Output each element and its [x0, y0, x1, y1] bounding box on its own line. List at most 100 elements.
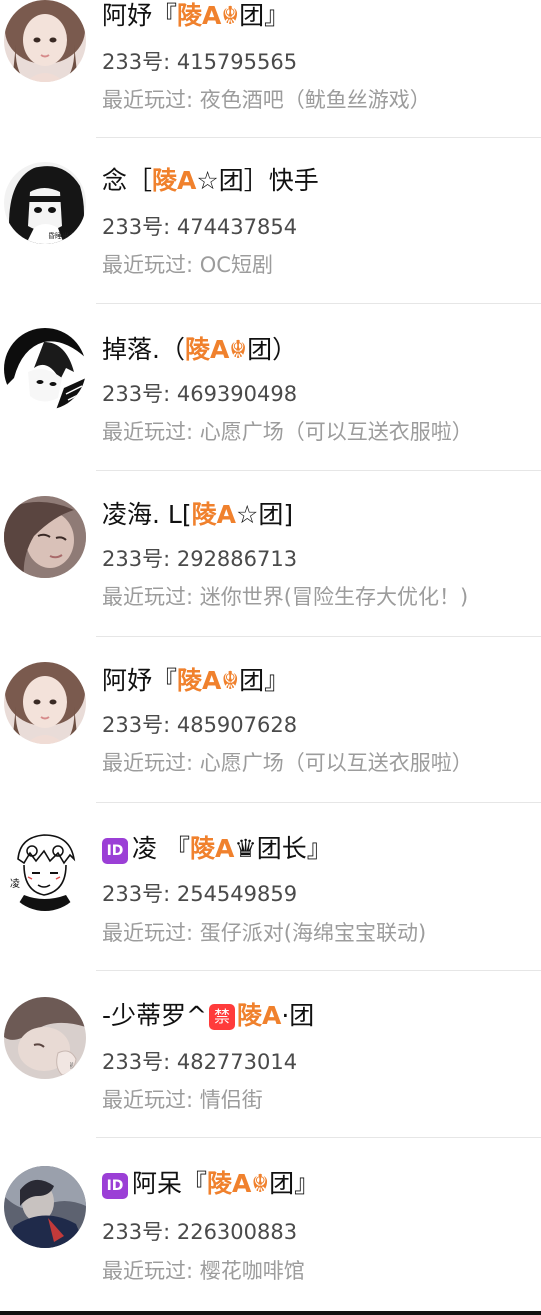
recently-played: 最近玩过: 迷你世界(冒险生存大优化！)	[102, 583, 468, 611]
account-label: 233号:	[102, 1050, 177, 1074]
name-suffix: ☆团］快手	[196, 166, 319, 195]
account-number: 233号: 292886713	[102, 545, 297, 573]
recent-game: 情侣街	[199, 1088, 263, 1112]
name-suffix: ♛团长』	[234, 834, 332, 863]
group-tag: 陵A	[189, 834, 235, 863]
avatar-photo-hand-icon[interactable]: ✌	[4, 997, 86, 1079]
bottom-edge-bar	[0, 1311, 541, 1315]
name-suffix: 团』	[239, 666, 290, 695]
friend-row[interactable]: 昏睡出品 念［陵A☆团］快手 233号: 474437854 最近玩过: OC短…	[0, 137, 541, 304]
recently-played: 最近玩过: 蛋仔派对(海绵宝宝联动)	[102, 919, 426, 947]
account-value: 226300883	[176, 1220, 298, 1244]
id-badge-icon: ID	[102, 1173, 128, 1199]
friend-row[interactable]: ID 阿呆『陵A☬团』 233号: 226300883 最近玩过: 樱花咖啡馆	[0, 1138, 541, 1304]
avatar-manga-boy-icon[interactable]	[4, 328, 86, 410]
svg-text:✌: ✌	[68, 1062, 76, 1072]
account-number: 233号: 485907628	[102, 711, 297, 739]
avatar-sketch-boy-icon[interactable]: 凌	[4, 829, 86, 911]
recent-label: 最近玩过:	[102, 420, 200, 444]
avatar-photo-dark-icon[interactable]	[4, 1166, 86, 1248]
recent-label: 最近玩过:	[102, 1088, 200, 1112]
friend-list: 阿妤『陵A☬团』 233号: 415795565 最近玩过: 夜色酒吧（鱿鱼丝游…	[0, 0, 541, 1315]
recent-label: 最近玩过:	[102, 88, 200, 112]
recent-label: 最近玩过:	[102, 585, 200, 609]
name-prefix: 阿呆『	[132, 1169, 208, 1198]
group-tag: 陵A	[152, 166, 197, 195]
account-label: 233号:	[102, 215, 177, 239]
account-label: 233号:	[102, 547, 177, 571]
group-tag: 陵A☬	[177, 1, 240, 30]
group-tag: 陵A☬	[177, 666, 240, 695]
friend-row[interactable]: 掉落.（陵A☬团） 233号: 469390498 最近玩过: 心愿广场（可以互…	[0, 304, 541, 471]
friend-row[interactable]: 阿妤『陵A☬团』 233号: 415795565 最近玩过: 夜色酒吧（鱿鱼丝游…	[0, 0, 541, 138]
recently-played: 最近玩过: 樱花咖啡馆	[102, 1257, 305, 1285]
account-label: 233号:	[102, 382, 177, 406]
friend-name: 凌海. L[陵A☆团]	[102, 499, 293, 531]
recently-played: 最近玩过: 情侣街	[102, 1086, 263, 1114]
recent-game: 夜色酒吧（鱿鱼丝游戏）	[199, 88, 431, 112]
account-number: 233号: 469390498	[102, 380, 297, 408]
account-number: 233号: 415795565	[102, 48, 297, 76]
name-suffix: 团』	[239, 1, 290, 30]
name-suffix: 团）	[247, 335, 298, 364]
recent-label: 最近玩过:	[102, 253, 200, 277]
group-tag: 陵A☬	[207, 1169, 270, 1198]
recently-played: 最近玩过: 心愿广场（可以互送衣服啦）	[102, 418, 473, 446]
account-label: 233号:	[102, 1220, 177, 1244]
group-tag: 陵A	[236, 1001, 282, 1030]
avatar-doll-girl-icon[interactable]	[4, 662, 86, 744]
account-value: 254549859	[176, 882, 298, 906]
name-prefix: 阿妤『	[102, 666, 178, 695]
name-suffix: 团』	[269, 1169, 320, 1198]
friend-row[interactable]: 阿妤『陵A☬团』 233号: 485907628 最近玩过: 心愿广场（可以互送…	[0, 637, 541, 803]
account-label: 233号:	[102, 882, 177, 906]
account-number: 233号: 474437854	[102, 213, 297, 241]
recent-label: 最近玩过:	[102, 1259, 200, 1283]
group-tag: 陵A	[191, 500, 236, 529]
friend-row[interactable]: 凌海. L[陵A☆团] 233号: 292886713 最近玩过: 迷你世界(冒…	[0, 471, 541, 637]
friend-name: ID 阿呆『陵A☬团』	[102, 1168, 319, 1200]
account-value: 482773014	[176, 1050, 298, 1074]
friend-row[interactable]: ✌ -少蒂罗^ 禁陵A·团 233号: 482773014 最近玩过: 情侣街	[0, 971, 541, 1138]
recently-played: 最近玩过: OC短剧	[102, 251, 273, 279]
account-label: 233号:	[102, 50, 177, 74]
avatar-photo-girl-icon[interactable]	[4, 496, 86, 578]
friend-name: 念［陵A☆团］快手	[102, 165, 319, 197]
ban-badge-icon: 禁	[208, 1004, 235, 1030]
recent-game: 迷你世界(冒险生存大优化！)	[199, 585, 469, 609]
account-value: 469390498	[176, 382, 298, 406]
account-value: 415795565	[176, 50, 298, 74]
friend-row[interactable]: 凌 ID 凌 『陵A♛团长』 233号: 254549859 最近玩过: 蛋仔派对…	[0, 803, 541, 971]
account-value: 474437854	[176, 215, 298, 239]
svg-text:昏睡出品: 昏睡出品	[48, 231, 76, 240]
recent-game: 心愿广场（可以互送衣服啦）	[199, 420, 473, 444]
friend-name: 阿妤『陵A☬团』	[102, 665, 289, 697]
recent-label: 最近玩过:	[102, 921, 200, 945]
name-prefix: 掉落.（	[102, 335, 185, 364]
recently-played: 最近玩过: 心愿广场（可以互送衣服啦）	[102, 749, 473, 777]
friend-name: ID 凌 『陵A♛团长』	[102, 833, 332, 865]
name-suffix: ☆团]	[235, 500, 294, 529]
name-prefix: 阿妤『	[102, 1, 178, 30]
recent-game: OC短剧	[199, 253, 273, 277]
friend-name: 阿妤『陵A☬团』	[102, 0, 289, 32]
name-prefix: 念［	[102, 166, 153, 195]
name-prefix: 凌 『	[132, 834, 190, 863]
group-tag: 陵A☬	[184, 335, 248, 364]
svg-text:凌: 凌	[10, 877, 20, 890]
id-badge-icon: ID	[102, 838, 128, 864]
recent-game: 心愿广场（可以互送衣服啦）	[199, 751, 473, 775]
recent-game: 樱花咖啡馆	[199, 1259, 305, 1283]
account-value: 292886713	[176, 547, 298, 571]
recent-game: 蛋仔派对(海绵宝宝联动)	[199, 921, 427, 945]
name-prefix: -少蒂罗^	[102, 1001, 207, 1030]
account-number: 233号: 482773014	[102, 1048, 297, 1076]
account-number: 233号: 226300883	[102, 1218, 297, 1246]
account-label: 233号:	[102, 713, 177, 737]
name-suffix: ·团	[281, 1001, 315, 1030]
account-value: 485907628	[176, 713, 298, 737]
avatar-doll-girl-icon[interactable]	[4, 0, 86, 82]
friend-name: -少蒂罗^ 禁陵A·团	[102, 1000, 314, 1032]
avatar-dark-hair-drawing-icon[interactable]: 昏睡出品	[4, 162, 86, 244]
recent-label: 最近玩过:	[102, 751, 200, 775]
